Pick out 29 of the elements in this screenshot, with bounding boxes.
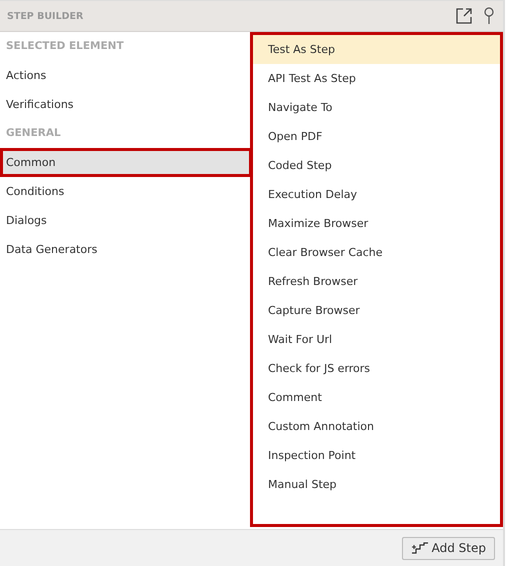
step-item[interactable]: Manual Step [253, 470, 500, 499]
step-item[interactable]: Maximize Browser [253, 209, 500, 238]
panel-title: STEP BUILDER [7, 10, 84, 22]
step-item[interactable]: Comment [253, 383, 500, 412]
category-item[interactable]: Verifications [0, 90, 250, 119]
step-item[interactable]: Inspection Point [253, 441, 500, 470]
pin-icon[interactable] [483, 7, 495, 25]
section-header: GENERAL [5, 126, 62, 141]
pop-out-icon[interactable] [455, 7, 473, 25]
step-item[interactable]: Execution Delay [253, 180, 500, 209]
step-item[interactable]: Open PDF [253, 122, 500, 151]
step-item[interactable]: Test As Step [253, 35, 500, 64]
category-item[interactable]: Dialogs [0, 206, 250, 235]
step-item[interactable]: Wait For Url [253, 325, 500, 354]
category-item[interactable]: Actions [0, 61, 250, 90]
category-item[interactable]: Conditions [0, 177, 250, 206]
step-item[interactable]: Navigate To [253, 93, 500, 122]
category-item[interactable]: Common [0, 148, 252, 177]
section-header: SELECTED ELEMENT [5, 39, 125, 54]
step-item[interactable]: Capture Browser [253, 296, 500, 325]
step-item[interactable]: Refresh Browser [253, 267, 500, 296]
step-item[interactable]: Check for JS errors [253, 354, 500, 383]
step-item[interactable]: Clear Browser Cache [253, 238, 500, 267]
category-item[interactable]: Data Generators [0, 235, 250, 264]
steps-icon [410, 542, 429, 554]
add-step-button[interactable]: Add Step [402, 536, 495, 560]
step-item[interactable]: Custom Annotation [253, 412, 500, 441]
step-item[interactable]: API Test As Step [253, 64, 500, 93]
step-item[interactable]: Coded Step [253, 151, 500, 180]
